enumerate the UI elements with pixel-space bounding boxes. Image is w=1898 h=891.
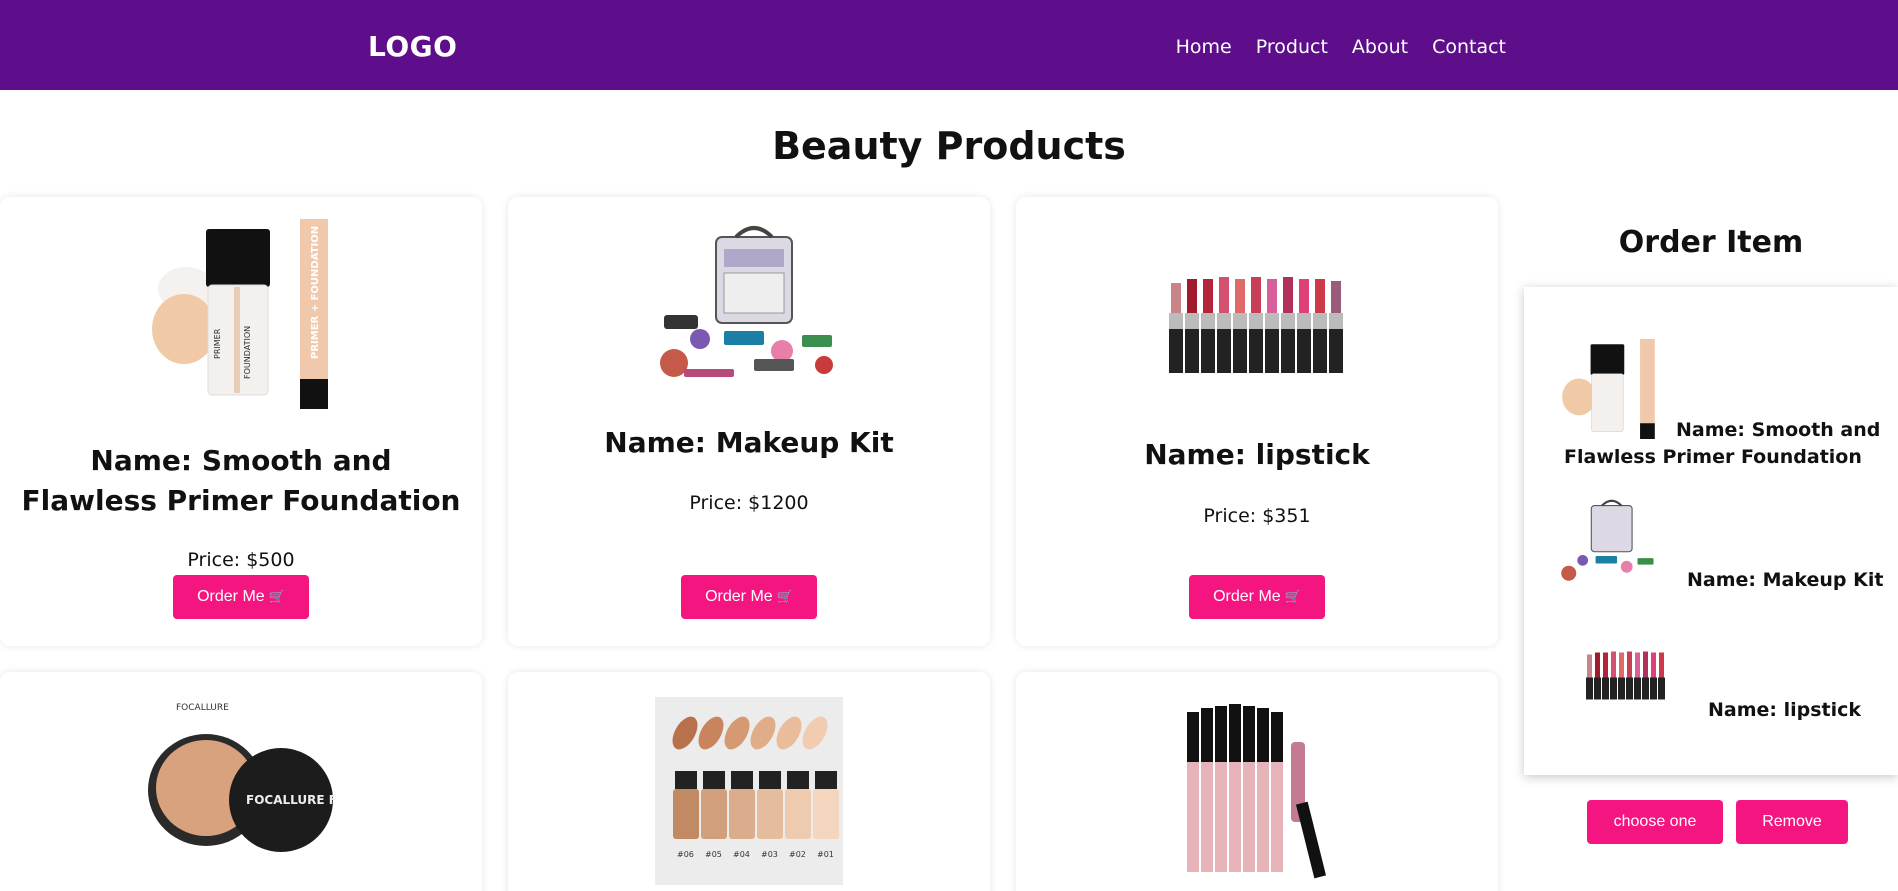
product-price: Price: $500 [187,549,295,571]
shade-label: #05 [705,850,722,859]
primer-box-text: PRIMER + FOUNDATION [310,226,321,359]
foundation-shades-image: #06 #05 #04 #03 #02 #01 [655,697,843,885]
shade-label: #04 [733,850,750,859]
shade-label: #01 [817,850,834,859]
order-item-name: Name: lipstick [1708,699,1862,721]
compact-powder-image: FOCALLURE FOCALLURE FACE [148,703,336,852]
primer-text: PRIMER [213,328,222,359]
product-card-makeup-kit: Name: Makeup Kit Price: $1200 Order Me 🛒 [508,197,990,646]
remove-button[interactable]: Remove [1736,800,1848,844]
order-me-button[interactable]: Order Me 🛒 [1189,575,1325,619]
makeup-kit-image [660,226,833,377]
product-card-lip-gloss [1016,672,1498,891]
order-item-name: Name: Smooth and Flawless Primer Foundat… [1564,419,1881,468]
shopping-cart-icon: 🛒 [1284,589,1301,604]
product-card-foundation: #06 #05 #04 #03 #02 #01 [508,672,990,891]
main-nav: Home Product About Contact [1176,36,1506,58]
product-card-compact-powder: FOCALLURE FOCALLURE FACE [0,672,482,891]
product-card-primer: PRIMER FOUNDATION PRIMER + FOUNDATION Na… [0,197,482,646]
shade-label: #03 [761,850,778,859]
order-item-panel: Name: Smooth and Flawless Primer Foundat… [1524,287,1898,775]
order-me-label: Order Me [197,588,265,605]
compact-label-text: FOCALLURE FACE [246,793,336,807]
shopping-cart-icon: 🛒 [268,589,285,604]
nav-product[interactable]: Product [1256,36,1328,58]
product-name: Name: Smooth and Flawless Primer Foundat… [21,444,461,517]
product-name: Name: Makeup Kit [604,426,894,459]
page-title: Beauty Products [772,124,1126,168]
nav-contact[interactable]: Contact [1432,36,1506,58]
foundation-text: FOUNDATION [243,326,252,379]
lip-gloss-image [1187,704,1327,879]
product-price: Price: $351 [1203,505,1311,527]
product-price: Price: $1200 [689,492,809,514]
order-me-button[interactable]: Order Me 🛒 [173,575,309,619]
shade-label: #06 [677,850,694,859]
order-me-label: Order Me [1213,588,1281,605]
nav-home[interactable]: Home [1176,36,1232,58]
primer-foundation-image: PRIMER FOUNDATION PRIMER + FOUNDATION [152,219,328,409]
top-navbar: LOGO Home Product About Contact [0,0,1898,90]
order-thumb-lipstick [1586,651,1665,700]
order-item-name: Name: Makeup Kit [1687,569,1884,591]
order-thumb-makeup-kit [1561,499,1654,581]
compact-brand-text: FOCALLURE [176,703,229,713]
logo[interactable]: LOGO [368,30,457,63]
choose-one-button[interactable]: choose one [1587,800,1723,844]
shade-label: #02 [789,850,806,859]
order-me-label: Order Me [705,588,773,605]
nav-about[interactable]: About [1352,36,1408,58]
product-name: Name: lipstick [1144,438,1370,471]
product-card-lipstick: Name: lipstick Price: $351 Order Me 🛒 [1016,197,1498,646]
shopping-cart-icon: 🛒 [776,589,793,604]
order-title: Order Item [1618,225,1804,260]
lipstick-image [1169,277,1343,373]
order-me-button[interactable]: Order Me 🛒 [681,575,817,619]
